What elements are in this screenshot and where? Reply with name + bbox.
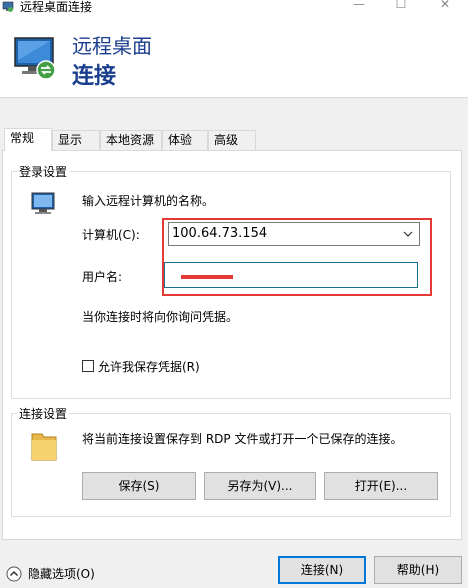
credential-note: 当你连接时将向你询问凭据。 [82,310,239,324]
tab-experience[interactable]: 体验 [162,130,208,150]
login-settings-group: 登录设置 输入远程计算机的名称。 计算机(C): 100.64.73.154 用… [11,163,451,399]
save-button[interactable]: 保存(S) [82,472,196,500]
tab-panel-general: 登录设置 输入远程计算机的名称。 计算机(C): 100.64.73.154 用… [2,150,462,540]
red-highlight-box [162,218,432,296]
collapse-up-icon[interactable] [6,566,22,582]
header-title-line1: 远程桌面 [72,34,152,58]
tab-general[interactable]: 常规 [4,128,52,151]
remote-desktop-app-icon [2,1,14,12]
save-credentials-checkbox[interactable] [82,360,94,372]
tab-local-resources[interactable]: 本地资源 [100,130,162,150]
folder-icon [31,433,57,461]
computer-icon [31,192,55,214]
minimize-button[interactable]: — [352,0,366,11]
header-title-line2: 连接 [72,64,117,89]
computer-name-instruction: 输入远程计算机的名称。 [82,194,215,208]
save-as-button[interactable]: 另存为(V)... [204,472,316,500]
login-settings-legend: 登录设置 [17,163,70,180]
tab-display[interactable]: 显示 [52,130,100,150]
save-credentials-label[interactable]: 允许我保存凭据(R) [98,358,200,375]
close-button[interactable]: ✕ [438,0,452,11]
hide-options-link[interactable]: 隐藏选项(O) [28,565,95,582]
connection-settings-group: 连接设置 将当前连接设置保存到 RDP 文件或打开一个已保存的连接。 保存(S)… [11,405,451,517]
title-bar: 远程桌面连接 — ☐ ✕ [0,0,468,14]
header-banner: 远程桌面 连接 [0,14,468,98]
computer-label: 计算机(C): [82,228,140,242]
remote-desktop-monitor-icon [14,37,56,80]
window-title: 远程桌面连接 [20,0,93,14]
connection-description: 将当前连接设置保存到 RDP 文件或打开一个已保存的连接。 [82,432,403,446]
maximize-button[interactable]: ☐ [394,0,408,11]
tab-advanced[interactable]: 高级 [208,130,256,150]
connection-settings-legend: 连接设置 [17,405,70,422]
open-button[interactable]: 打开(E)... [324,472,438,500]
help-button[interactable]: 帮助(H) [374,556,462,584]
username-label: 用户名: [82,270,123,284]
connect-button[interactable]: 连接(N) [278,556,366,584]
